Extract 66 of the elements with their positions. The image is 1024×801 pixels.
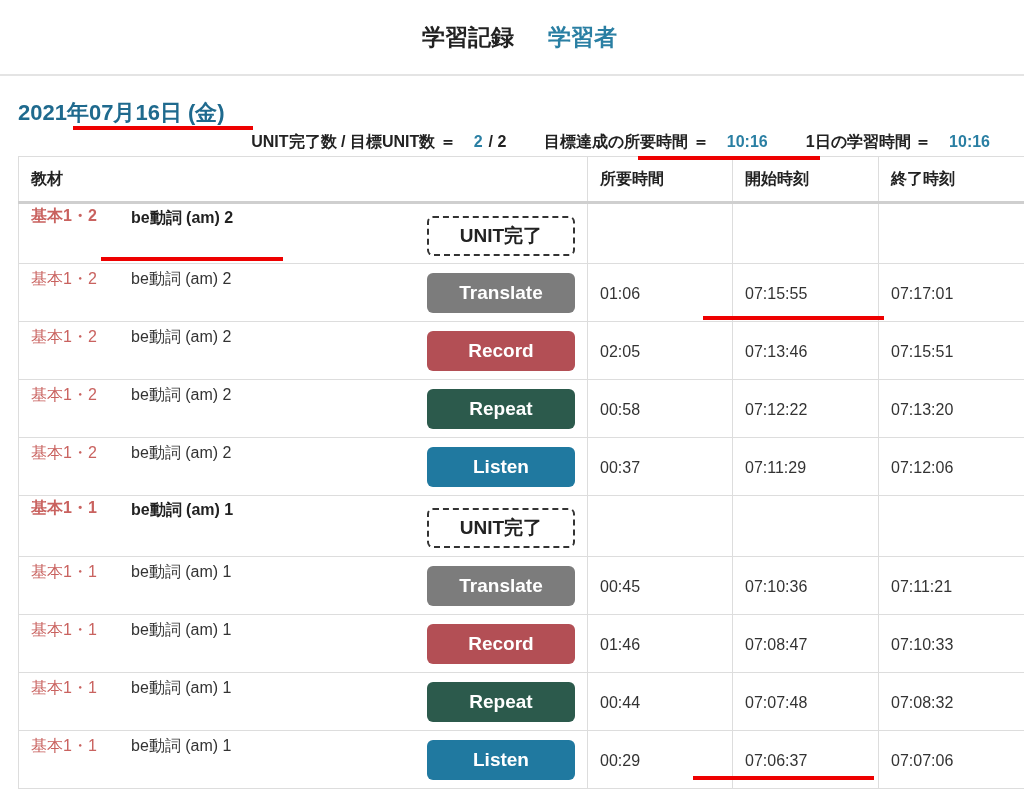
start-time-cell: 07:12:22 — [745, 400, 808, 418]
start-time-cell: 07:13:46 — [745, 342, 808, 360]
course-label: 基本1・2 — [31, 384, 98, 405]
page-title: 学習記録 — [421, 22, 514, 52]
date-heading: 2021年07月16日 (金) — [18, 99, 226, 127]
repeat-button[interactable]: Repeat — [427, 681, 575, 722]
lesson-title: be動詞 (am) 1 — [131, 735, 233, 756]
course-label: 基本1・1 — [31, 498, 98, 518]
course-label: 基本1・2 — [31, 326, 98, 347]
listen-button[interactable]: Listen — [427, 739, 575, 780]
end-time-cell: 07:12:06 — [891, 458, 954, 476]
end-time-cell: 07:07:06 — [891, 751, 954, 769]
summary-label: 1日の学習時間 ＝ — [805, 132, 932, 152]
start-time-cell: 07:10:36 — [745, 577, 808, 595]
course-label: 基本1・1 — [31, 619, 98, 640]
lesson-title: be動詞 (am) 1 — [131, 677, 233, 698]
record-button[interactable]: Record — [427, 623, 575, 664]
duration-cell: 00:45 — [600, 577, 641, 595]
unit-complete-button[interactable]: UNIT完了 — [427, 215, 575, 256]
column-header: 終了時刻 — [878, 156, 1024, 203]
course-label: 基本1・1 — [31, 735, 98, 756]
lesson-title: be動詞 (am) 1 — [131, 619, 233, 640]
start-time-cell: 07:07:48 — [745, 693, 808, 711]
course-label: 基本1・2 — [31, 268, 98, 289]
start-time-cell: 07:08:47 — [745, 635, 808, 653]
lesson-title: be動詞 (am) 2 — [131, 442, 233, 463]
duration-cell: 01:46 — [600, 635, 641, 653]
lesson-title: be動詞 (am) 2 — [131, 384, 233, 405]
end-time-cell: 07:11:21 — [891, 577, 953, 595]
duration-cell: 00:58 — [600, 400, 641, 418]
repeat-button[interactable]: Repeat — [427, 388, 575, 429]
duration-cell: 02:05 — [600, 342, 641, 360]
duration-cell: 00:44 — [600, 693, 641, 711]
end-time-cell: 07:17:01 — [891, 284, 954, 302]
duration-cell: 01:06 — [600, 284, 641, 302]
end-time-cell: 07:10:33 — [891, 635, 954, 653]
translate-button[interactable]: Translate — [427, 272, 575, 313]
course-label: 基本1・1 — [31, 677, 98, 698]
summary-value: 2 — [473, 133, 483, 151]
lesson-title: be動詞 (am) 2 — [131, 326, 233, 347]
summary-value: 10:16 — [949, 133, 990, 151]
lesson-title: be動詞 (am) 2 — [131, 207, 235, 228]
summary-label: 目標達成の所要時間 ＝ — [544, 132, 709, 152]
summary-label: UNIT完了数 / 目標UNIT数 ＝ — [251, 132, 456, 152]
lesson-title: be動詞 (am) 1 — [131, 500, 235, 520]
lesson-title: be動詞 (am) 1 — [131, 561, 233, 582]
start-time-cell: 07:06:37 — [745, 751, 808, 769]
end-time-cell: 07:15:51 — [891, 342, 954, 360]
column-header: 教材 — [18, 156, 588, 203]
translate-button[interactable]: Translate — [427, 565, 575, 606]
course-label: 基本1・2 — [31, 205, 98, 226]
lesson-title: be動詞 (am) 2 — [131, 268, 233, 289]
unit-complete-button[interactable]: UNIT完了 — [427, 508, 575, 548]
summary-total: / 2 — [488, 133, 507, 151]
start-time-cell: 07:11:29 — [745, 458, 807, 476]
course-label: 基本1・2 — [31, 442, 98, 463]
start-time-cell: 07:15:55 — [745, 284, 808, 302]
duration-cell: 00:29 — [600, 751, 641, 769]
record-button[interactable]: Record — [427, 330, 575, 371]
learner-link[interactable]: 学習者 — [547, 21, 617, 53]
duration-cell: 00:37 — [600, 458, 641, 476]
course-label: 基本1・1 — [31, 561, 98, 582]
end-time-cell: 07:08:32 — [891, 693, 954, 711]
end-time-cell: 07:13:20 — [891, 400, 954, 418]
summary-value: 10:16 — [726, 133, 768, 151]
listen-button[interactable]: Listen — [427, 446, 575, 487]
